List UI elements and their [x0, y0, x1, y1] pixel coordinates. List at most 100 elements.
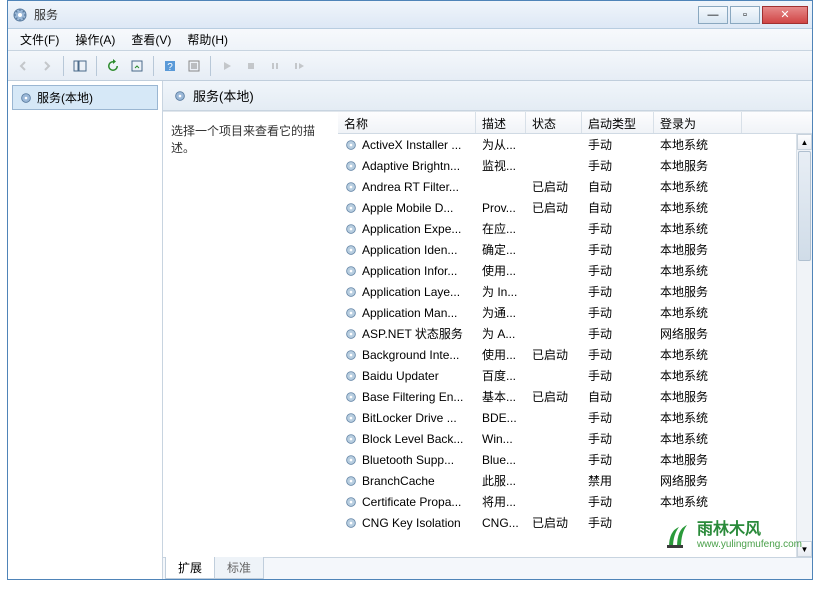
cell-logon-as: 本地系统 [654, 304, 742, 321]
menu-help[interactable]: 帮助(H) [179, 29, 236, 50]
pane-title: 服务(本地) [193, 86, 254, 105]
minimize-button[interactable]: — [698, 6, 728, 24]
cell-name: Baidu Updater [338, 369, 476, 383]
table-row[interactable]: Application Infor...使用...手动本地系统 [338, 260, 812, 281]
scrollbar[interactable]: ▲ ▼ [796, 134, 812, 557]
forward-button[interactable] [36, 55, 58, 77]
gear-icon [344, 159, 358, 173]
table-row[interactable]: CNG Key IsolationCNG...已启动手动 [338, 512, 812, 533]
gear-icon [344, 285, 358, 299]
table-row[interactable]: Base Filtering En...基本...已启动自动本地服务 [338, 386, 812, 407]
table-row[interactable]: ASP.NET 状态服务为 A...手动网络服务 [338, 323, 812, 344]
cell-logon-as: 本地系统 [654, 199, 742, 216]
tree-node-label: 服务(本地) [37, 89, 93, 106]
table-row[interactable]: Application Iden...确定...手动本地服务 [338, 239, 812, 260]
properties-button[interactable] [183, 55, 205, 77]
cell-name: CNG Key Isolation [338, 516, 476, 530]
toolbar: ? [8, 51, 812, 81]
table-row[interactable]: Certificate Propa...将用...手动本地系统 [338, 491, 812, 512]
titlebar[interactable]: 服务 — ▫ ✕ [8, 1, 812, 29]
tree-node-services-local[interactable]: 服务(本地) [12, 85, 158, 110]
cell-start-type: 禁用 [582, 472, 654, 489]
cell-logon-as: 本地系统 [654, 346, 742, 363]
cell-desc: 将用... [476, 493, 526, 510]
gear-icon [344, 327, 358, 341]
cell-name: Application Expe... [338, 222, 476, 236]
cell-start-type: 手动 [582, 283, 654, 300]
table-row[interactable]: Application Laye...为 In...手动本地服务 [338, 281, 812, 302]
tab-standard[interactable]: 标准 [214, 557, 264, 579]
cell-logon-as: 本地系统 [654, 220, 742, 237]
cell-desc: 基本... [476, 388, 526, 405]
menu-view[interactable]: 查看(V) [123, 29, 179, 50]
menubar: 文件(F) 操作(A) 查看(V) 帮助(H) [8, 29, 812, 51]
table-row[interactable]: Block Level Back...Win...手动本地系统 [338, 428, 812, 449]
col-status[interactable]: 状态 [526, 112, 582, 133]
show-hide-tree-button[interactable] [69, 55, 91, 77]
pause-service-button[interactable] [264, 55, 286, 77]
cell-desc: 确定... [476, 241, 526, 258]
scroll-thumb[interactable] [798, 151, 811, 261]
col-start-type[interactable]: 启动类型 [582, 112, 654, 133]
main-body: 服务(本地) 服务(本地) 选择一个项目来查看它的描述。 名称 描述 状态 启动… [8, 81, 812, 579]
restart-service-button[interactable] [288, 55, 310, 77]
table-row[interactable]: Bluetooth Supp...Blue...手动本地服务 [338, 449, 812, 470]
scroll-up-button[interactable]: ▲ [797, 134, 812, 150]
gear-icon [344, 516, 358, 530]
table-row[interactable]: BitLocker Drive ...BDE...手动本地系统 [338, 407, 812, 428]
menu-action[interactable]: 操作(A) [67, 29, 123, 50]
help-button[interactable]: ? [159, 55, 181, 77]
cell-start-type: 手动 [582, 304, 654, 321]
cell-desc: BDE... [476, 411, 526, 425]
toolbar-separator [96, 56, 97, 76]
col-desc[interactable]: 描述 [476, 112, 526, 133]
cell-start-type: 手动 [582, 493, 654, 510]
export-button[interactable] [126, 55, 148, 77]
maximize-button[interactable]: ▫ [730, 6, 760, 24]
cell-status: 已启动 [526, 388, 582, 405]
pane-body: 选择一个项目来查看它的描述。 名称 描述 状态 启动类型 登录为 ActiveX… [163, 111, 812, 557]
refresh-button[interactable] [102, 55, 124, 77]
cell-start-type: 手动 [582, 514, 654, 531]
scroll-down-button[interactable]: ▼ [797, 541, 812, 557]
stop-service-button[interactable] [240, 55, 262, 77]
back-button[interactable] [12, 55, 34, 77]
close-button[interactable]: ✕ [762, 6, 808, 24]
gear-icon [344, 369, 358, 383]
cell-start-type: 手动 [582, 367, 654, 384]
cell-desc: Blue... [476, 453, 526, 467]
table-row[interactable]: ActiveX Installer ...为从...手动本地系统 [338, 134, 812, 155]
start-service-button[interactable] [216, 55, 238, 77]
description-panel: 选择一个项目来查看它的描述。 [163, 112, 338, 557]
gear-icon [344, 432, 358, 446]
gear-icon [344, 243, 358, 257]
gear-icon [344, 180, 358, 194]
cell-start-type: 手动 [582, 157, 654, 174]
cell-name: Bluetooth Supp... [338, 453, 476, 467]
svg-text:?: ? [167, 62, 173, 73]
table-row[interactable]: Andrea RT Filter...已启动自动本地系统 [338, 176, 812, 197]
cell-logon-as: 本地系统 [654, 430, 742, 447]
col-logon-as[interactable]: 登录为 [654, 112, 742, 133]
cell-desc: 使用... [476, 262, 526, 279]
cell-logon-as: 本地系统 [654, 136, 742, 153]
col-name[interactable]: 名称 [338, 112, 476, 133]
services-window: 服务 — ▫ ✕ 文件(F) 操作(A) 查看(V) 帮助(H) ? [7, 0, 813, 580]
gear-icon [344, 411, 358, 425]
cell-name: BranchCache [338, 474, 476, 488]
gear-icon [344, 453, 358, 467]
toolbar-separator [63, 56, 64, 76]
gear-icon [344, 390, 358, 404]
list-body[interactable]: ActiveX Installer ...为从...手动本地系统Adaptive… [338, 134, 812, 557]
table-row[interactable]: Adaptive Brightn...监视...手动本地服务 [338, 155, 812, 176]
table-row[interactable]: Background Inte...使用...已启动手动本地系统 [338, 344, 812, 365]
table-row[interactable]: Baidu Updater百度...手动本地系统 [338, 365, 812, 386]
menu-file[interactable]: 文件(F) [12, 29, 67, 50]
right-pane: 服务(本地) 选择一个项目来查看它的描述。 名称 描述 状态 启动类型 登录为 … [163, 81, 812, 579]
table-row[interactable]: BranchCache此服...禁用网络服务 [338, 470, 812, 491]
tab-extended[interactable]: 扩展 [165, 557, 215, 579]
table-row[interactable]: Apple Mobile D...Prov...已启动自动本地系统 [338, 197, 812, 218]
cell-name: Certificate Propa... [338, 495, 476, 509]
table-row[interactable]: Application Expe...在应...手动本地系统 [338, 218, 812, 239]
table-row[interactable]: Application Man...为通...手动本地系统 [338, 302, 812, 323]
